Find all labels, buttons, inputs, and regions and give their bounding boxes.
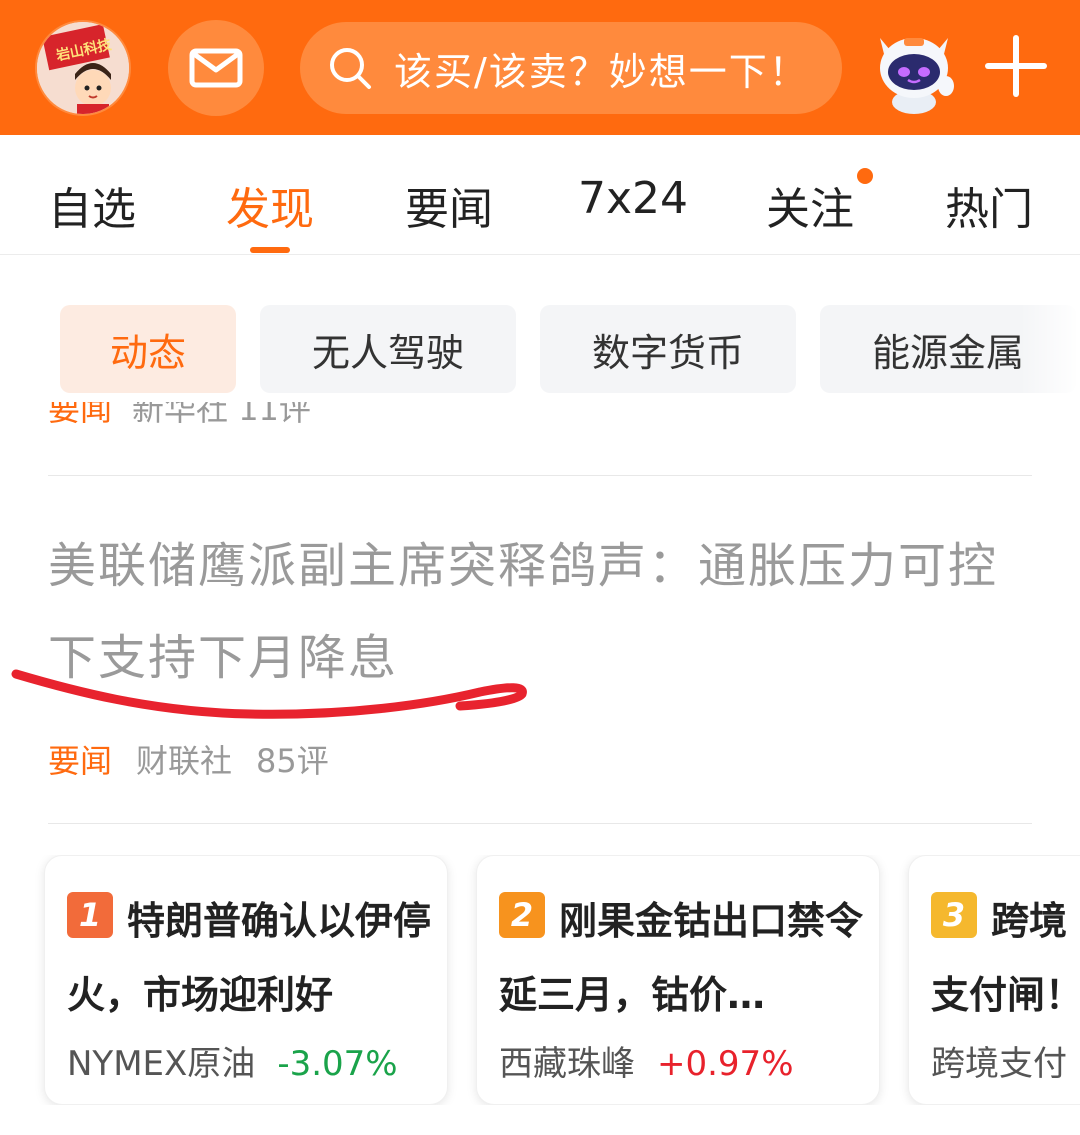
add-button[interactable] xyxy=(984,34,1048,98)
chip-digital-currency[interactable]: 数字货币 xyxy=(540,305,796,393)
previous-news-meta: 要闻 新华社 11评 xyxy=(48,402,448,426)
news-tag[interactable]: 要闻 xyxy=(48,742,112,780)
chip-dynamic[interactable]: 动态 xyxy=(60,305,236,393)
top-bar: 岩山科技 该买/该卖？妙想一下！ xyxy=(0,0,1080,135)
hot-topic-cards: 1 特朗普确认以伊停火，市场迎利好 NYMEX原油 -3.07% 2 刚果金钴出口… xyxy=(0,855,1080,1105)
chip-autonomous-driving[interactable]: 无人驾驶 xyxy=(260,305,516,393)
search-placeholder: 该买/该卖？妙想一下！ xyxy=(394,49,809,94)
divider xyxy=(48,823,1032,824)
hot-card-title: 刚果金钴出口禁令延三月，钴价… xyxy=(499,899,864,1017)
hot-card[interactable]: 3 跨境支付闸！哪些 跨境支付 xyxy=(908,855,1080,1105)
previous-news-tag: 要闻 xyxy=(48,402,113,426)
hot-card[interactable]: 1 特朗普确认以伊停火，市场迎利好 NYMEX原油 -3.07% xyxy=(44,855,448,1105)
topic-chips: 动态 无人驾驶 数字货币 能源金属 xyxy=(0,305,1080,393)
plus-icon xyxy=(985,35,1047,97)
tab-watchlist[interactable]: 自选 xyxy=(48,173,136,237)
hot-card-stock[interactable]: NYMEX原油 -3.07% xyxy=(67,1036,398,1085)
stock-name: NYMEX原油 xyxy=(67,1044,256,1084)
avatar-image: 岩山科技 xyxy=(37,22,129,114)
previous-news-source: 新华社 11评 xyxy=(132,402,311,426)
hot-card-title: 跨境支付闸！哪些 xyxy=(931,899,1080,1017)
news-source: 财联社 xyxy=(136,742,233,780)
red-underline-annotation xyxy=(11,669,527,719)
hot-card-title: 特朗普确认以伊停火，市场迎利好 xyxy=(67,899,432,1017)
chip-scroll-fade xyxy=(1020,305,1080,393)
mail-icon xyxy=(189,48,243,88)
stock-name: 跨境支付 xyxy=(931,1044,1067,1084)
unread-dot xyxy=(857,168,873,184)
stock-change: -3.07% xyxy=(277,1044,398,1084)
search-icon xyxy=(330,48,371,89)
active-tab-indicator xyxy=(250,247,290,253)
robot-mascot-icon xyxy=(880,38,954,114)
tab-headlines[interactable]: 要闻 xyxy=(405,173,493,237)
tab-7x24[interactable]: 7x24 xyxy=(578,173,688,224)
news-meta: 要闻 财联社 85评 xyxy=(48,736,329,782)
hot-card-stock[interactable]: 西藏珠峰 +0.97% xyxy=(499,1036,794,1085)
search-bar[interactable]: 该买/该卖？妙想一下！ xyxy=(300,22,842,114)
hot-card[interactable]: 2 刚果金钴出口禁令延三月，钴价… 西藏珠峰 +0.97% xyxy=(476,855,880,1105)
comment-count[interactable]: 85评 xyxy=(256,742,329,780)
tab-discover[interactable]: 发现 xyxy=(226,173,314,237)
message-button[interactable] xyxy=(168,20,264,116)
ai-assistant-button[interactable] xyxy=(866,20,962,116)
stock-change: +0.97% xyxy=(657,1044,794,1084)
stock-name: 西藏珠峰 xyxy=(499,1044,635,1084)
tab-following[interactable]: 关注 xyxy=(766,173,854,237)
avatar[interactable]: 岩山科技 xyxy=(35,20,131,116)
divider xyxy=(48,475,1032,476)
hot-card-stock[interactable]: 跨境支付 xyxy=(931,1036,1067,1085)
tab-hot[interactable]: 热门 xyxy=(945,173,1033,237)
main-tabs: 自选 发现 要闻 7x24 关注 热门 xyxy=(0,135,1080,255)
